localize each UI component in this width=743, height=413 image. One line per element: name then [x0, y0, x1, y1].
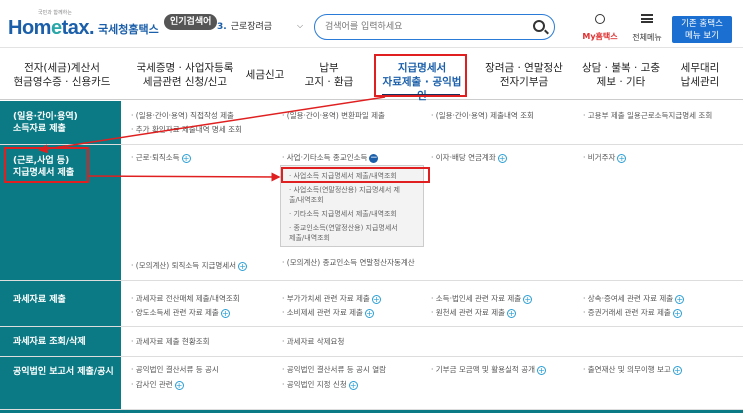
nav-tax-agent[interactable]: 세무대리 납세관리 [670, 61, 730, 89]
category-public-corp[interactable]: 공익법인 보고서 제출/공시 [13, 366, 114, 378]
expand-plus-icon[interactable]: + [675, 294, 685, 304]
link-nonresident[interactable]: · 비거주자 + [583, 152, 627, 163]
expand-plus-icon[interactable]: + [364, 308, 374, 318]
row-daily-income: (일용·간이·용역) 소득자료 제출 [0, 101, 743, 145]
link-duty-report[interactable]: · 출연재산 및 의무이행 보고 + [583, 364, 682, 375]
submenu-business-yearend[interactable]: · 사업소득(연말정산용) 지급명세서 제 출/내역조회 [289, 185, 400, 205]
link-income-corp-tax[interactable]: · 소득·법인세 관련 자료 제출 + [431, 293, 533, 304]
link-media-submit[interactable]: · 과세자료 전산매체 제출/내역조회 [131, 293, 240, 304]
highlight-box-category [4, 147, 89, 183]
expand-plus-icon[interactable]: + [348, 380, 358, 390]
link-mock-religious[interactable]: · (모의계산) 종교인소득 연말정산자동계산 [282, 258, 415, 268]
expand-plus-icon[interactable]: + [220, 308, 230, 318]
nav-consult[interactable]: 상담 · 불복 · 고충 제보 · 기타 [578, 61, 664, 89]
main-navigation: 전자(세금)계산서 현금영수증 · 신용카드 국세증명 · 사업자등록 세금관련 신… [0, 48, 743, 102]
hamburger-icon [641, 14, 653, 23]
link-submit-status[interactable]: · 과세자료 제출 현황조회 [131, 336, 210, 347]
expand-plus-icon[interactable]: + [537, 365, 547, 375]
expand-plus-icon[interactable]: + [497, 153, 507, 163]
my-hometax-button[interactable]: My홈택스 [582, 14, 618, 43]
highlight-box-submenu [281, 167, 430, 183]
expand-plus-icon[interactable]: + [371, 294, 381, 304]
my-hometax-label: My홈택스 [582, 32, 618, 41]
logo-korean-name: 국세청홈택스 [98, 23, 159, 36]
link-withholding-tax[interactable]: · 원천세 관련 자료 제출 + [431, 307, 517, 318]
link-designation-apply[interactable]: · 공익법인 지정 신청 + [282, 379, 358, 390]
person-icon [595, 14, 605, 24]
chevron-down-icon[interactable]: ⌵ [297, 21, 303, 31]
link-delete-request[interactable]: · 과세자료 삭제요청 [282, 336, 344, 347]
old-hometax-menu-button[interactable]: 기존 홈택스 메뉴 보기 [672, 16, 732, 43]
logo-wordmark: Hometax. [8, 17, 95, 39]
search-box [314, 14, 555, 40]
row-tax-data-submit: 과세자료 제출 [0, 281, 743, 327]
search-input[interactable] [325, 19, 525, 35]
nav-incentive[interactable]: 장려금 · 연말정산 전자기부금 [474, 61, 574, 89]
expand-plus-icon[interactable]: + [181, 153, 191, 163]
link-donation-disclosure[interactable]: · 기부금 모금액 및 활용실적 공개 + [431, 364, 547, 375]
nav-tax-report[interactable]: 세금신고 [244, 68, 286, 82]
nav-certificate[interactable]: 국세증명 · 사업자등록 세금관련 신청/신고 [126, 61, 244, 89]
link-labor-ministry[interactable]: · 고용부 제출 일용근로소득지급명세 조회 [583, 110, 712, 121]
submenu-other-income[interactable]: · 기타소득 지급명세서 제출/내역조회 [289, 209, 397, 219]
highlight-box-nav [374, 54, 467, 97]
link-submit-history[interactable]: · (일용·간이·용역) 제출내역 조회 [431, 110, 534, 121]
category-tax-data-view[interactable]: 과세자료 조회/삭제 [13, 336, 86, 348]
top-header: 국민과 함께하는 Hometax. 국세청홈택스 인기검색어 3. 근로장려금 ⌵… [0, 0, 743, 48]
link-business-other[interactable]: · 사업·기타소득 종교인소득 − [282, 152, 379, 163]
link-extra-docs[interactable]: · 추가 확인자료 제출내역 명세 조회 [131, 124, 242, 135]
expand-plus-icon[interactable]: + [617, 153, 627, 163]
link-inheritance-tax[interactable]: · 상속·증여세 관련 자료 제출 + [583, 293, 685, 304]
search-icon[interactable] [533, 20, 545, 32]
popular-keyword-badge: 인기검색어 [164, 14, 218, 30]
link-direct-submit[interactable]: · (일용·간이·용역) 직접작성 제출 [131, 110, 234, 121]
link-transfer-tax[interactable]: · 양도소득세 관련 자료 제출 + [131, 307, 230, 318]
row-tax-data-view: 과세자료 조회/삭제 [0, 327, 743, 357]
expand-plus-icon[interactable]: + [672, 308, 682, 318]
expand-plus-icon[interactable]: + [523, 294, 533, 304]
expand-plus-icon[interactable]: + [238, 261, 248, 271]
nav-e-invoice[interactable]: 전자(세금)계산서 현금영수증 · 신용카드 [2, 61, 122, 89]
expand-plus-icon[interactable]: + [507, 308, 517, 318]
all-menu-label: 전체메뉴 [632, 33, 662, 42]
nav-payment[interactable]: 납부 고지 · 환급 [294, 61, 364, 89]
old-view-line2: 메뉴 보기 [685, 31, 719, 41]
link-file-submit[interactable]: · (일용·간이·용역) 변환파일 제출 [282, 110, 385, 121]
expand-plus-icon[interactable]: + [174, 380, 184, 390]
link-disclosure-view[interactable]: · 공익법인 결산서류 등 공시 열람 [282, 364, 386, 375]
link-vat[interactable]: · 부가가치세 관련 자료 제출 + [282, 293, 381, 304]
category-daily-income[interactable]: (일용·간이·용역) 소득자료 제출 [13, 111, 78, 135]
logo-tagline: 국민과 함께하는 [38, 10, 72, 16]
link-settlement-disclosure[interactable]: · 공익법인 결산서류 등 공시 [131, 364, 219, 375]
link-consumption-tax[interactable]: · 소비제세 관련 자료 제출 + [282, 307, 374, 318]
old-view-line1: 기존 홈택스 [681, 19, 723, 29]
link-interest-dividend[interactable]: · 이자·배당 연금계좌 + [431, 152, 507, 163]
collapse-minus-icon[interactable]: − [369, 153, 379, 163]
popular-keyword[interactable]: 3. 근로장려금 [217, 19, 272, 32]
link-mock-retirement[interactable]: · (모의계산) 퇴직소득 지급명세서 + [131, 260, 248, 271]
link-securities-tax[interactable]: · 증권거래세 관련 자료 제출 + [583, 307, 682, 318]
expand-plus-icon[interactable]: + [672, 365, 682, 375]
link-wage-retirement[interactable]: · 근로·퇴직소득 + [131, 152, 191, 163]
category-tax-data-submit[interactable]: 과세자료 제출 [13, 294, 66, 306]
link-auditor[interactable]: · 감사인 관련 + [131, 379, 184, 390]
submenu-religious-income[interactable]: · 종교인소득(연말정산용) 지급명세서 제출/내역조회 [289, 223, 398, 243]
hometax-logo[interactable]: 국민과 함께하는 Hometax. 국세청홈택스 [8, 10, 159, 40]
all-menu-button[interactable]: 전체메뉴 [628, 14, 666, 44]
